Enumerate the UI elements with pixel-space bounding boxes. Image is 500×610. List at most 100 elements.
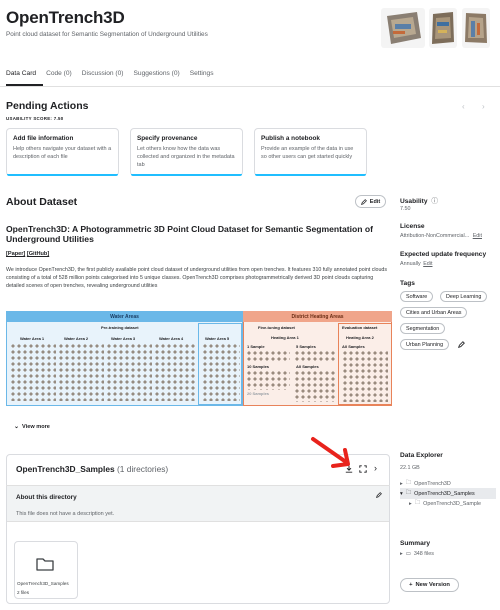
license-edit-link[interactable]: Edit [473, 233, 482, 239]
directory-name: OpenTrench3D_Samples [16, 464, 115, 474]
water-area-3-label: Water Area 3 [111, 336, 136, 341]
summary-files-label: 348 files [413, 551, 434, 557]
tab-settings[interactable]: Settings [190, 70, 214, 77]
tree-item-opentrench3d[interactable]: ▸ 🗀 OpenTrench3D [400, 479, 451, 488]
tab-bar: Data Card Code (0) Discussion (0) Sugges… [6, 70, 224, 77]
tab-divider [0, 86, 500, 87]
dataset-thumbnail-3 [462, 8, 490, 48]
sample-count-label: 1 Sample [247, 344, 265, 349]
info-icon[interactable]: ⓘ [431, 198, 438, 205]
dataset-subtitle: Point cloud dataset for Semantic Segment… [6, 31, 208, 38]
card-title: Add file information [13, 135, 74, 142]
file-icon: ▭ [405, 551, 411, 557]
pending-card-provenance[interactable]: Specify provenance Let others know how t… [130, 128, 243, 176]
card-title: Publish a notebook [261, 135, 320, 142]
caret-down-icon: ▾ [400, 490, 403, 497]
tag-urban-planning[interactable]: Urban Planning [400, 339, 450, 350]
view-more-label: View more [22, 424, 50, 430]
directory-count: (1 directories) [117, 464, 169, 474]
license-heading: License [400, 223, 425, 230]
plus-icon: + [409, 582, 413, 588]
dataset-overview-figure: Water Areas District Heating Areas Pre-t… [6, 311, 392, 406]
usability-heading: Usability ⓘ [400, 195, 438, 205]
tree-item-opentrench3d-sample[interactable]: ▸ 🗀 OpenTrench3D_Sample [409, 499, 497, 508]
heating-area-1-label: Heating Area 1 [271, 335, 299, 340]
pencil-icon[interactable] [376, 492, 382, 500]
data-explorer-size: 22.1 GB [400, 465, 420, 471]
edit-tags-pencil-icon[interactable] [458, 341, 465, 350]
point-cloud-samples [246, 350, 290, 362]
usability-value: 7.50 [400, 206, 411, 212]
data-explorer-heading: Data Explorer [400, 452, 443, 459]
about-directory-title: About this directory [16, 494, 77, 501]
point-cloud-samples [342, 350, 388, 402]
tree-item-label: OpenTrench3D_Samples [414, 490, 475, 497]
water-area-1-label: Water Area 1 [20, 336, 45, 341]
tab-suggestions[interactable]: Suggestions (0) [134, 70, 180, 77]
view-more-link[interactable]: ⌄ View more [14, 423, 50, 430]
card-description: Let others know how the data was collect… [137, 146, 235, 168]
edit-button[interactable]: Edit [355, 195, 386, 208]
card-description: Help others navigate your dataset with a… [13, 146, 112, 160]
expand-icon[interactable] [359, 465, 367, 475]
about-dataset-heading: About Dataset [6, 196, 78, 208]
github-link[interactable]: [GitHub] [27, 251, 49, 257]
water-area-4-label: Water Area 4 [159, 336, 184, 341]
chevron-down-icon: ⌄ [14, 424, 20, 430]
tag-segmentation[interactable]: Segmentation [400, 323, 446, 334]
update-edit-link[interactable]: Edit [423, 261, 432, 267]
water-area-2-label: Water Area 2 [64, 336, 89, 341]
caret-right-icon: ▸ [400, 480, 403, 487]
sample-count-label: All Samples [342, 344, 365, 349]
tree-item-opentrench3d-samples[interactable]: ▾ 🗀 OpenTrench3D_Samples [400, 488, 496, 499]
directory-title: OpenTrench3D_Samples (1 directories) [16, 464, 168, 474]
carousel-next-icon[interactable]: › [482, 102, 485, 111]
paper-links: [Paper] [GitHub] [6, 251, 49, 257]
dataset-thumbnail-1 [381, 8, 425, 48]
dataset-thumbnail-2 [429, 8, 457, 48]
pretraining-label: Pre-training dataset [101, 325, 139, 330]
tab-discussion[interactable]: Discussion (0) [82, 70, 124, 77]
water-areas-header: Water Areas [6, 311, 243, 322]
license-text: Attribution-NonCommercial... [400, 233, 470, 239]
sample-count-label: 20 Samples [247, 391, 270, 396]
new-version-label: New Version [415, 582, 450, 588]
pending-card-file-info[interactable]: Add file information Help others navigat… [6, 128, 119, 176]
point-cloud-samples [246, 370, 290, 390]
carousel-prev-icon[interactable]: ‹ [462, 102, 465, 111]
edit-label: Edit [369, 198, 381, 205]
point-cloud-samples [202, 343, 240, 401]
point-cloud-samples [58, 343, 104, 401]
sample-count-label: 5 Samples [296, 344, 316, 349]
new-version-button[interactable]: + New Version [400, 578, 459, 592]
tag-deep-learning[interactable]: Deep Learning [440, 291, 488, 302]
paper-title: OpenTrench3D: A Photogrammetric 3D Point… [6, 224, 374, 244]
heating-areas-header: District Heating Areas [243, 311, 392, 322]
summary-files[interactable]: ▸ ▭ 348 files [400, 551, 434, 557]
tag-software[interactable]: Software [400, 291, 434, 302]
card-description: Provide an example of the data in use so… [261, 146, 354, 160]
point-cloud-samples [294, 350, 336, 362]
usability-score-label: USABILITY SCORE: 7.50 [6, 116, 64, 121]
pending-actions-heading: Pending Actions [6, 100, 89, 112]
license-value: Attribution-NonCommercial... Edit [400, 233, 482, 239]
folder-icon [36, 557, 54, 573]
finetuning-label: Fine-tuning dataset [258, 325, 295, 330]
sample-count-label: 10 Samples [247, 364, 270, 369]
folder-file-count: 2 files [17, 590, 30, 595]
dataset-title: OpenTrench3D [6, 8, 125, 27]
caret-right-icon: ▸ [400, 551, 403, 557]
chevron-right-icon[interactable]: › [374, 463, 377, 473]
update-frequency-heading: Expected update frequency [400, 251, 487, 258]
download-icon[interactable] [345, 465, 353, 475]
tab-data-card[interactable]: Data Card [6, 70, 36, 77]
tag-cities-urban-areas[interactable]: Cities and Urban Areas [400, 307, 468, 318]
pending-card-notebook[interactable]: Publish a notebook Provide an example of… [254, 128, 367, 176]
dataset-description: We introduce OpenTrench3D, the first pub… [6, 267, 388, 290]
point-cloud-samples [294, 370, 336, 402]
folder-icon: 🗀 [405, 480, 412, 486]
paper-link[interactable]: [Paper] [6, 251, 25, 257]
heating-area-2-label: Heating Area 2 [346, 335, 374, 340]
card-title: Specify provenance [137, 135, 198, 142]
tab-code[interactable]: Code (0) [46, 70, 72, 77]
